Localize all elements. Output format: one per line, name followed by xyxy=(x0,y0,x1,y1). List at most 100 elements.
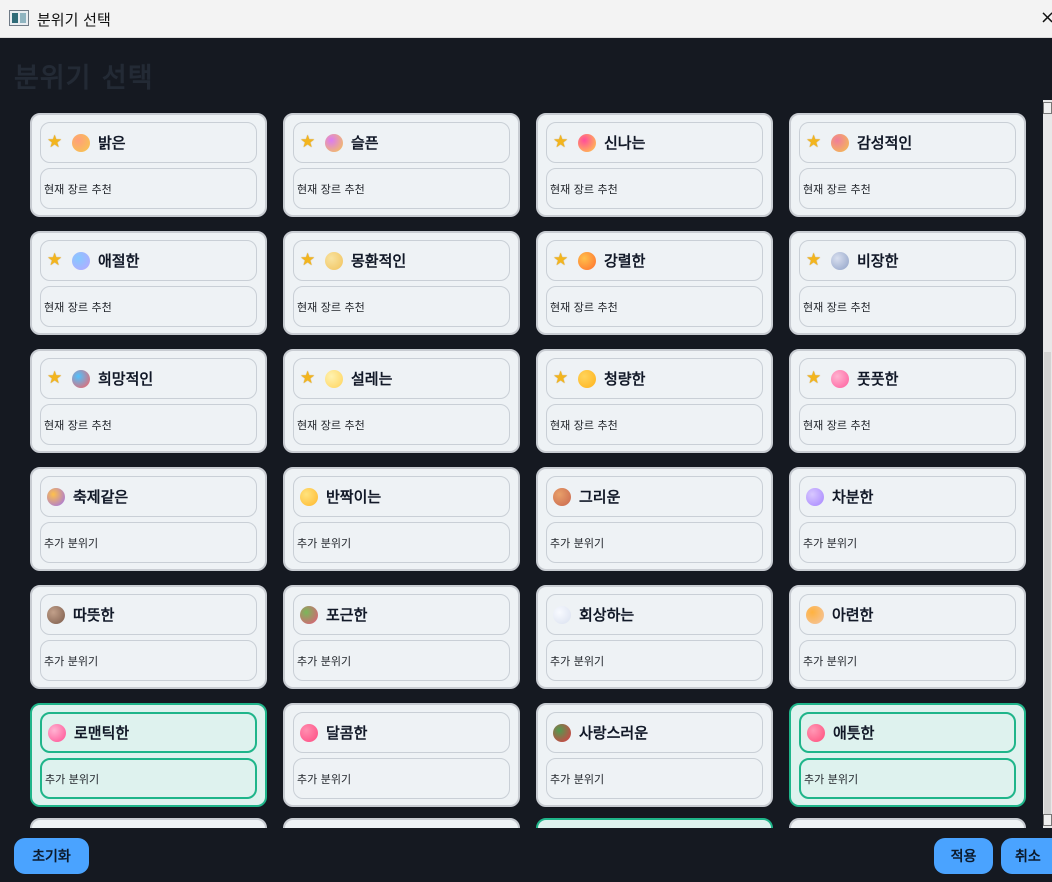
mood-card-footer: 현재 장르 추천 xyxy=(799,286,1016,327)
mood-subtitle: 현재 장르 추천 xyxy=(550,300,618,314)
mood-card[interactable]: 포근한추가 분위기 xyxy=(283,585,520,689)
mood-card-footer: 추가 분위기 xyxy=(799,640,1016,681)
mood-card[interactable]: 그리운 추가 분위기 xyxy=(536,467,773,571)
mood-card-header: ★ 풋풋한 xyxy=(799,358,1016,399)
mood-name: 축제같은 xyxy=(73,488,129,506)
mood-card[interactable]: ★ 몽환적인현재 장르 추천 xyxy=(283,231,520,335)
recommended-star-icon: ★ xyxy=(553,132,569,152)
mood-card[interactable]: 따뜻한추가 분위기 xyxy=(30,585,267,689)
mood-card[interactable]: 반짝이는추가 분위기 xyxy=(283,467,520,571)
mood-name: 사랑스러운 xyxy=(579,724,649,742)
apply-button[interactable]: 적용 xyxy=(934,838,993,874)
recommended-star-icon: ★ xyxy=(47,368,63,388)
mood-card-footer: 추가 분위기 xyxy=(40,522,257,563)
mood-subtitle: 추가 분위기 xyxy=(297,536,352,550)
mood-subtitle: 추가 분위기 xyxy=(44,654,99,668)
mood-card[interactable]: ★ 희망적인 현재 장르 추천 xyxy=(30,349,267,453)
grinning-face-icon xyxy=(578,133,596,152)
mood-subtitle: 추가 분위기 xyxy=(297,654,352,668)
mood-name: 애틋한 xyxy=(833,724,875,742)
mood-name: 설레는 xyxy=(351,370,393,388)
mood-card-footer: 추가 분위기 xyxy=(293,640,510,681)
mood-subtitle: 현재 장르 추천 xyxy=(297,300,365,314)
close-icon[interactable]: × xyxy=(1040,7,1052,28)
mood-subtitle: 추가 분위기 xyxy=(45,772,100,786)
mood-card-footer: 추가 분위기 xyxy=(40,758,257,799)
fire-icon xyxy=(578,251,596,270)
party-popper-icon xyxy=(47,487,65,506)
mood-subtitle: 추가 분위기 xyxy=(803,536,858,550)
mood-card[interactable]: 아련한 추가 분위기 xyxy=(789,585,1026,689)
mood-card-header: 따뜻한 xyxy=(40,594,257,635)
mood-card-header: 그리운 xyxy=(546,476,763,517)
scrollbar-thumb[interactable] xyxy=(1044,352,1051,826)
mood-list-scroll-area[interactable]: ★ 밝은 현재 장르 추천 ★ 슬픈 현재 장르 추천 ★ 신나는 현재 장르 추천 ★ 감성적인 현… xyxy=(0,100,1052,828)
mood-name: 로맨틱한 xyxy=(74,724,130,742)
mood-card[interactable]: ★ 설레는현재 장르 추천 xyxy=(283,349,520,453)
mood-name: 슬픈 xyxy=(351,134,379,152)
mood-card[interactable]: ★ 신나는 현재 장르 추천 xyxy=(536,113,773,217)
mood-card[interactable]: 로맨틱한추가 분위기 xyxy=(30,703,267,807)
mood-card-footer: 추가 분위기 xyxy=(546,640,763,681)
scrollbar[interactable] xyxy=(1043,100,1052,828)
mood-subtitle: 현재 장르 추천 xyxy=(803,182,871,196)
mood-subtitle: 추가 분위기 xyxy=(550,654,605,668)
mood-card[interactable]: ★ 강렬한 현재 장르 추천 xyxy=(536,231,773,335)
recommended-star-icon: ★ xyxy=(300,368,316,388)
scroll-down-arrow[interactable] xyxy=(1043,814,1052,826)
reset-button[interactable]: 초기화 xyxy=(14,838,89,874)
mood-subtitle: 현재 장르 추천 xyxy=(803,418,871,432)
window-title: 분위기 선택 xyxy=(37,11,111,29)
mood-name: 몽환적인 xyxy=(351,252,407,270)
mood-card-footer: 추가 분위기 xyxy=(546,758,763,799)
recommended-star-icon: ★ xyxy=(47,132,63,152)
mood-card[interactable]: ★ 감성적인 현재 장르 추천 xyxy=(789,113,1026,217)
mood-subtitle: 현재 장르 추천 xyxy=(550,418,618,432)
mood-card[interactable]: 애틋한 추가 분위기 xyxy=(789,703,1026,807)
mood-card[interactable]: ★ 청량한현재 장르 추천 xyxy=(536,349,773,453)
mood-card[interactable]: 사랑스러운추가 분위기 xyxy=(536,703,773,807)
mood-card[interactable]: 회상하는추가 분위기 xyxy=(536,585,773,689)
mood-name: 포근한 xyxy=(326,606,368,624)
mood-card-footer: 추가 분위기 xyxy=(293,758,510,799)
cloud-icon xyxy=(553,605,571,624)
two-hearts-icon xyxy=(300,723,318,742)
mood-card-header: 포근한 xyxy=(293,594,510,635)
recommended-star-icon: ★ xyxy=(300,250,316,270)
mood-card[interactable]: 달콤한추가 분위기 xyxy=(283,703,520,807)
mood-name: 차분한 xyxy=(832,488,874,506)
mood-card-header: 차분한 xyxy=(799,476,1016,517)
mood-card-header: 로맨틱한 xyxy=(40,712,257,753)
scroll-up-arrow[interactable] xyxy=(1043,102,1052,114)
mood-card-footer: 추가 분위기 xyxy=(799,522,1016,563)
mood-card-header: ★ 청량한 xyxy=(546,358,763,399)
recommended-star-icon: ★ xyxy=(806,132,822,152)
mood-card-header: 달콤한 xyxy=(293,712,510,753)
mood-subtitle: 현재 장르 추천 xyxy=(297,182,365,196)
mood-subtitle: 추가 분위기 xyxy=(44,536,99,550)
mood-card-header: ★ 비장한 xyxy=(799,240,1016,281)
cancel-button[interactable]: 취소 xyxy=(1001,838,1052,874)
mood-card-footer: 현재 장르 추천 xyxy=(293,404,510,445)
candle-icon xyxy=(806,605,824,624)
purple-heart-icon xyxy=(806,487,824,506)
mood-card[interactable]: 차분한추가 분위기 xyxy=(789,467,1026,571)
revolving-hearts-icon xyxy=(807,723,825,742)
mood-card[interactable]: ★ 밝은 현재 장르 추천 xyxy=(30,113,267,217)
mood-subtitle: 현재 장르 추천 xyxy=(44,300,112,314)
mood-subtitle: 현재 장르 추천 xyxy=(44,418,112,432)
mood-card[interactable]: ★ 슬픈현재 장르 추천 xyxy=(283,113,520,217)
crescent-moon-icon xyxy=(325,251,343,270)
mood-card[interactable]: ★ 풋풋한현재 장르 추천 xyxy=(789,349,1026,453)
app-icon xyxy=(9,10,29,26)
mood-subtitle: 현재 장르 추천 xyxy=(297,418,365,432)
recommended-star-icon: ★ xyxy=(47,250,63,270)
mood-card-header: ★ 슬픈 xyxy=(293,122,510,163)
rose-icon xyxy=(553,723,571,742)
mood-card-header: ★ 신나는 xyxy=(546,122,763,163)
mood-card[interactable]: ★ 애절한 현재 장르 추천 xyxy=(30,231,267,335)
mood-name: 회상하는 xyxy=(579,606,635,624)
mood-name: 반짝이는 xyxy=(326,488,382,506)
mood-card[interactable]: 축제같은추가 분위기 xyxy=(30,467,267,571)
mood-card[interactable]: ★ 비장한현재 장르 추천 xyxy=(789,231,1026,335)
